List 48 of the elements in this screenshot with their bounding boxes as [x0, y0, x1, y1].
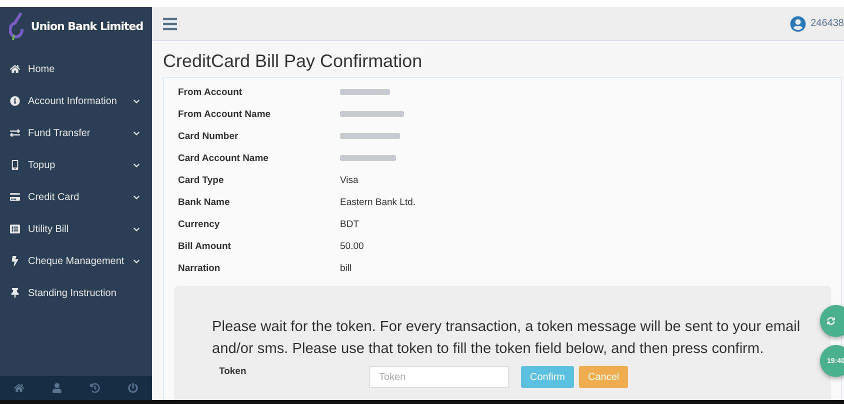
pin-icon	[10, 288, 20, 298]
field-value: bill	[340, 262, 352, 274]
field-label: Card Type	[177, 174, 225, 186]
nav-item[interactable]: Topup	[0, 149, 152, 181]
field-label: From Account	[177, 86, 244, 98]
token-label: Token	[218, 366, 248, 377]
brand-name: Union Bank Limited	[30, 20, 144, 32]
field-value: BDT	[340, 218, 359, 230]
nav-item[interactable]: Credit Card	[0, 181, 152, 213]
field-label: Card Number	[177, 130, 240, 142]
redacted-value	[340, 111, 404, 117]
user-menu[interactable]: 246438	[790, 16, 844, 32]
menu-button[interactable]	[162, 16, 178, 32]
refresh-icon	[827, 317, 835, 325]
nav-item[interactable]: Cheque Management	[0, 245, 152, 277]
token-field[interactable]: Token	[369, 366, 509, 388]
page-title: CreditCard Bill Pay Confirmation	[163, 51, 424, 72]
field-value: Eastern Bank Ltd.	[340, 196, 416, 208]
nav-item[interactable]: Home	[0, 53, 152, 85]
field-label: From Account Name	[177, 108, 272, 120]
nav-item[interactable]: Fund Transfer	[0, 117, 152, 149]
nav-item[interactable]: Standing Instruction	[0, 277, 152, 309]
history-icon[interactable]	[90, 383, 100, 393]
nav-item[interactable]: Utility Bill	[0, 213, 152, 245]
home-icon	[10, 64, 20, 74]
nav-item[interactable]: Account Information	[0, 85, 152, 117]
logo-icon	[8, 11, 25, 41]
redacted-value	[340, 133, 400, 139]
field-label: Currency	[177, 218, 221, 230]
field-label: Card Account Name	[177, 152, 270, 164]
transfer-icon	[10, 128, 20, 138]
card-icon	[10, 192, 20, 202]
field-value: Visa	[340, 174, 358, 186]
bill-icon	[10, 224, 20, 234]
power-icon[interactable]	[128, 383, 138, 393]
redacted-value	[340, 89, 390, 95]
field-label: Narration	[177, 262, 222, 274]
field-label: Bill Amount	[177, 240, 232, 252]
field-value: 50.00	[340, 240, 364, 252]
redacted-value	[340, 155, 396, 161]
home-icon[interactable]	[14, 383, 24, 393]
user-avatar-icon	[790, 16, 806, 32]
phone-icon	[10, 160, 20, 170]
info-icon	[10, 96, 20, 106]
bolt-icon	[10, 256, 20, 266]
token-message: Please wait for the token. For every transaction, a token message will be sent to your email and/or sms. Please use that token to fill the token field below, and then press confirm.	[212, 318, 802, 359]
field-label: Bank Name	[177, 196, 231, 208]
user-icon[interactable]	[52, 383, 62, 393]
